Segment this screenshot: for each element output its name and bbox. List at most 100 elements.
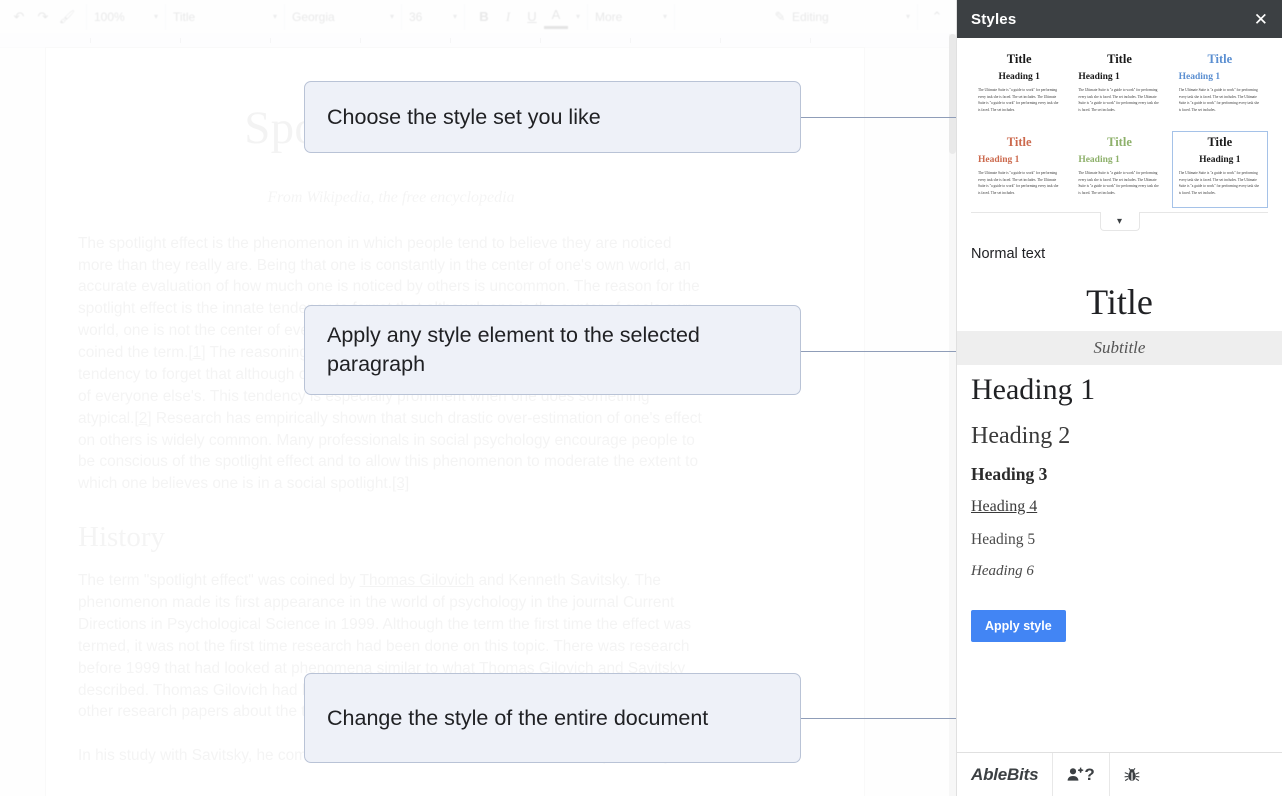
styles-panel-title: Styles bbox=[971, 11, 1016, 28]
style-set-thumbnail-6[interactable]: TitleHeading 1The Ultimate Suite is "a g… bbox=[1172, 131, 1268, 208]
styles-list: Normal text Title Subtitle Heading 1 Hea… bbox=[957, 236, 1282, 588]
apply-style-button[interactable]: Apply style bbox=[971, 610, 1066, 642]
scrollbar-thumb[interactable] bbox=[949, 34, 956, 154]
style-row-heading-2[interactable]: Heading 2 bbox=[957, 415, 1282, 457]
person-add-icon[interactable] bbox=[1067, 767, 1084, 782]
more-label: More bbox=[595, 10, 622, 24]
style-sets-section: Title Heading 1 The Ultimate Suite is "a g… bbox=[957, 38, 1282, 236]
reference-link-1[interactable]: [1] bbox=[188, 344, 205, 361]
styles-panel: Styles ✕ Title Heading 1 The Ultimate Suit… bbox=[956, 0, 1282, 796]
style-set-grid: Title Heading 1 The Ultimate Suite is "a g… bbox=[971, 48, 1268, 208]
style-row-title-label: Title bbox=[971, 280, 1268, 325]
style-row-heading-4[interactable]: Heading 4 bbox=[957, 491, 1282, 524]
chevron-down-icon[interactable]: ▾ bbox=[576, 12, 580, 21]
style-set-thumbnail-3[interactable]: TitleHeading 1The Ultimate Suite is "a g… bbox=[1172, 48, 1268, 125]
thomas-gilovich-link[interactable]: Thomas Gilovich bbox=[360, 572, 475, 589]
style-set-thumbnail-body: The Ultimate Suite is "a guide to work" … bbox=[978, 87, 1060, 111]
zoom-value: 100% bbox=[94, 10, 125, 24]
style-set-thumbnail-heading: Heading 1 bbox=[1179, 72, 1220, 82]
style-set-thumbnail-body: The Ultimate Suite is "a guide to work" … bbox=[978, 170, 1060, 194]
para1-c: Research has empirically shown that such… bbox=[78, 410, 702, 493]
paint-format-icon[interactable]: 🖌 bbox=[55, 5, 79, 29]
bold-button[interactable]: B bbox=[472, 5, 496, 29]
chevron-down-icon[interactable]: ▾ bbox=[1100, 212, 1140, 231]
style-set-thumbnail-1[interactable]: TitleHeading 1The Ultimate Suite is "a g… bbox=[971, 48, 1067, 125]
toolbar-group-format: B I U A ▾ bbox=[465, 4, 588, 30]
document-scrollbar[interactable] bbox=[949, 34, 956, 796]
callout-leader-line-3 bbox=[800, 718, 958, 719]
italic-button[interactable]: I bbox=[496, 5, 520, 29]
toolbar-collapse-button[interactable]: ⌃ bbox=[918, 4, 956, 30]
font-size-value: 36 bbox=[409, 10, 422, 24]
style-row-subtitle[interactable]: Subtitle bbox=[957, 331, 1282, 365]
apply-style-section: Apply style bbox=[957, 588, 1282, 660]
callout-text: Apply any style element to the selected … bbox=[327, 321, 778, 378]
styles-panel-footer: AbleBits ? bbox=[957, 752, 1282, 796]
styles-panel-header: Styles ✕ bbox=[957, 0, 1282, 38]
font-value: Georgia bbox=[292, 10, 335, 24]
reference-link-2[interactable]: [2] bbox=[134, 410, 151, 427]
style-set-thumbnail-body: The Ultimate Suite is "a guide to work" … bbox=[1078, 170, 1160, 194]
editing-mode-label: Editing bbox=[792, 10, 829, 24]
style-set-thumbnail-title: Title bbox=[1107, 136, 1132, 150]
report-bug[interactable] bbox=[1110, 753, 1154, 796]
style-set-thumbnail-body: The Ultimate Suite is "a guide to work" … bbox=[1179, 87, 1261, 111]
style-row-heading-3[interactable]: Heading 3 bbox=[957, 457, 1282, 492]
person-add-icon-svg bbox=[1067, 767, 1084, 782]
chevron-down-icon: ▾ bbox=[154, 12, 158, 21]
callout-apply-style-element: Apply any style element to the selected … bbox=[304, 305, 801, 395]
style-set-thumbnail-5[interactable]: TitleHeading 1The Ultimate Suite is "a g… bbox=[1071, 131, 1167, 208]
chevron-down-icon: ▾ bbox=[663, 12, 667, 21]
style-set-thumbnail-4[interactable]: TitleHeading 1The Ultimate Suite is "a g… bbox=[971, 131, 1067, 208]
style-row-heading-5[interactable]: Heading 5 bbox=[957, 524, 1282, 556]
style-set-thumbnail-body: The Ultimate Suite is "a guide to work" … bbox=[1179, 170, 1261, 194]
toolbar-font-select[interactable]: Georgia ▾ bbox=[285, 4, 402, 30]
styles-panel-body: Title Heading 1 The Ultimate Suite is "a g… bbox=[957, 38, 1282, 752]
style-set-thumbnail-heading: Heading 1 bbox=[998, 72, 1039, 82]
bug-icon-svg bbox=[1124, 767, 1140, 783]
footer-actions: ? bbox=[1053, 753, 1109, 796]
style-set-thumbnail-title: Title bbox=[1107, 53, 1132, 67]
toolbar-paragraph-style-select[interactable]: Title ▾ bbox=[166, 4, 285, 30]
toolbar-editing-mode[interactable]: ✎ Editing ▾ bbox=[761, 4, 918, 30]
reference-link-3[interactable]: [3] bbox=[392, 475, 409, 492]
style-row-heading-1-label: Heading 1 bbox=[971, 371, 1268, 409]
style-set-thumbnail-2[interactable]: Title Heading 1 The Ultimate Suite is "a g… bbox=[1071, 48, 1167, 125]
style-row-heading-6-label: Heading 6 bbox=[971, 562, 1268, 582]
style-set-thumbnail-body: The Ultimate Suite is "a guide to work" … bbox=[1078, 87, 1160, 111]
bug-icon bbox=[1124, 767, 1140, 783]
style-row-heading-1[interactable]: Heading 1 bbox=[957, 365, 1282, 415]
chevron-down-icon: ▾ bbox=[453, 12, 457, 21]
redo-icon[interactable]: ↷ bbox=[31, 5, 55, 29]
style-row-title[interactable]: Title bbox=[957, 274, 1282, 331]
style-set-thumbnail-title: Title bbox=[1007, 136, 1032, 150]
callout-leader-line-2 bbox=[800, 351, 958, 352]
ablebits-brand[interactable]: AbleBits bbox=[957, 753, 1053, 796]
chevron-down-icon: ▾ bbox=[390, 12, 394, 21]
underline-button[interactable]: U bbox=[520, 5, 544, 29]
callout-choose-style-set: Choose the style set you like bbox=[304, 81, 801, 153]
document-ruler[interactable] bbox=[0, 33, 956, 48]
toolbar-zoom-select[interactable]: 100% ▾ bbox=[87, 4, 166, 30]
toolbar-font-size-select[interactable]: 36 ▾ bbox=[402, 4, 465, 30]
document-heading-history: History bbox=[78, 521, 704, 554]
style-set-thumbnail-heading: Heading 1 bbox=[1078, 72, 1119, 82]
style-row-normal-text[interactable]: Normal text bbox=[957, 236, 1282, 274]
style-row-heading-2-label: Heading 2 bbox=[971, 421, 1268, 451]
toolbar-more-button[interactable]: More ▾ bbox=[588, 4, 675, 30]
pencil-icon: ✎ bbox=[768, 5, 792, 29]
chevron-down-icon: ▾ bbox=[906, 12, 910, 21]
text-color-button[interactable]: A bbox=[544, 5, 568, 29]
style-row-heading-4-label: Heading 4 bbox=[971, 497, 1268, 518]
para2-a: The term "spotlight effect" was coined b… bbox=[78, 572, 360, 589]
style-row-heading-6[interactable]: Heading 6 bbox=[957, 556, 1282, 588]
document-subtitle: From Wikipedia, the free encyclopedia bbox=[78, 189, 704, 207]
close-icon[interactable]: ✕ bbox=[1254, 11, 1268, 28]
style-set-thumbnail-title: Title bbox=[1207, 136, 1232, 150]
undo-icon[interactable]: ↶ bbox=[7, 5, 31, 29]
callout-change-document-style: Change the style of the entire document bbox=[304, 673, 801, 763]
callout-text: Choose the style set you like bbox=[327, 103, 601, 132]
question-mark-icon[interactable]: ? bbox=[1084, 765, 1094, 785]
style-row-heading-5-label: Heading 5 bbox=[971, 530, 1268, 550]
style-row-heading-3-label: Heading 3 bbox=[971, 463, 1268, 486]
